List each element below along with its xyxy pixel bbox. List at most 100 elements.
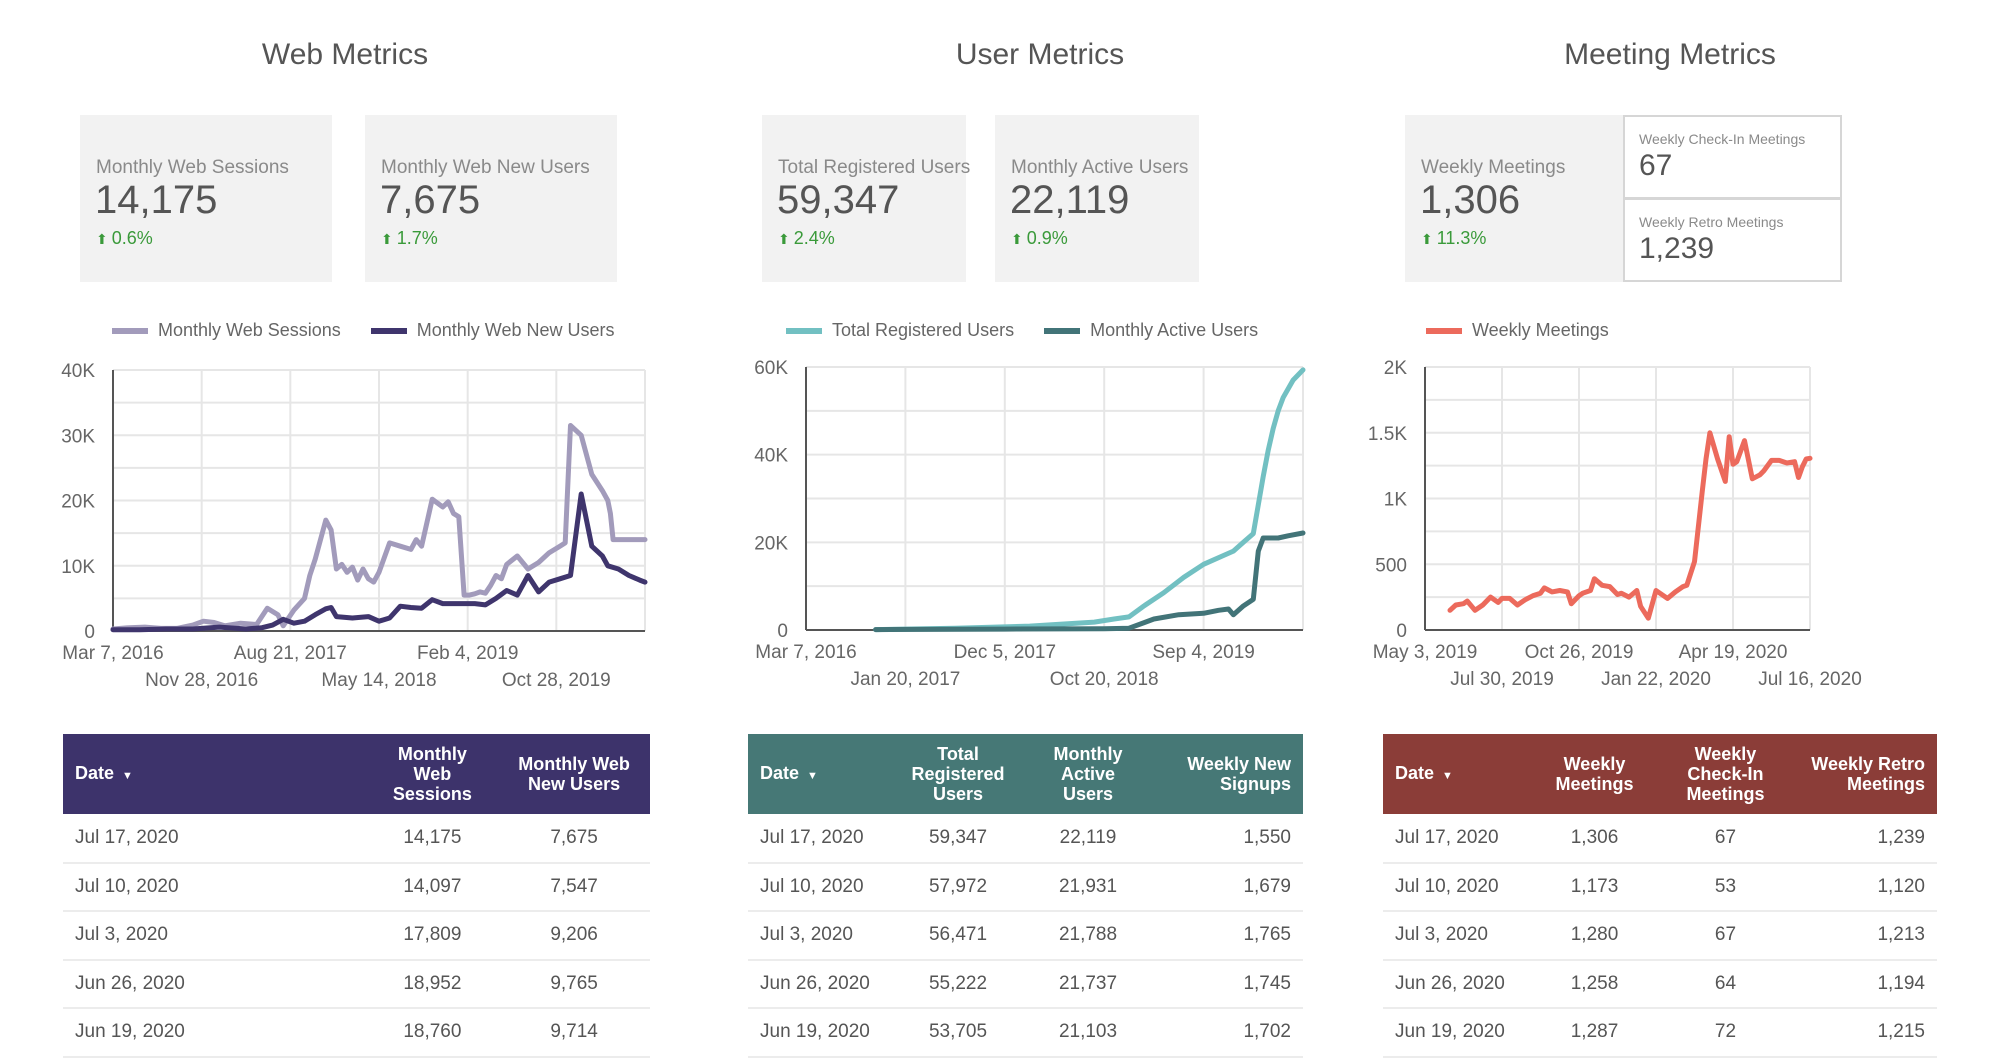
table-row[interactable]: Jun 19, 2020 1,287 72 1,215 [1383,1008,1937,1058]
table-row[interactable]: Jul 17, 2020 14,175 7,675 [63,814,650,864]
user-metrics-table: Date ▼ Total Registered Users Monthly Act… [748,734,1303,1058]
table-cell-value: 1,213 [1795,911,1937,961]
column-header-monthly-active[interactable]: Monthly Active Users [1023,734,1153,814]
meeting-metrics-title: Meeting Metrics [1564,38,1776,71]
table-cell-value: 1,550 [1153,814,1303,864]
column-header-date[interactable]: Date ▼ [748,734,893,814]
table-cell-value: 1,306 [1534,814,1655,864]
table-cell-date: Jun 26, 2020 [748,959,893,1009]
x-tick-label: Apr 19, 2020 [1679,642,1788,663]
scorecard-value: 59,347 [777,178,900,222]
table-cell-value: 59,347 [893,814,1023,864]
table-row[interactable]: Jul 3, 2020 56,471 21,788 1,765 [748,911,1303,961]
scorecard-label: Monthly Active Users [1011,157,1189,178]
table-cell-value: 18,952 [366,959,499,1009]
x-tick-label: Mar 7, 2016 [755,642,856,663]
sort-desc-icon[interactable]: ▼ [122,770,133,782]
table-cell-value: 1,215 [1795,1008,1937,1058]
table-header-row: Date ▼ Monthly Web Sessions Monthly Web N… [63,734,650,814]
table-cell-value: 21,788 [1023,911,1153,961]
legend-item-monthly-active[interactable]: Monthly Active Users [1044,320,1258,341]
table-header-row: Date ▼ Weekly Meetings Weekly Check-In Me… [1383,734,1937,814]
column-header-retro-meetings[interactable]: Weekly Retro Meetings [1796,734,1937,814]
scorecard-value: 1,306 [1420,178,1521,222]
column-header-web-new-users[interactable]: Monthly Web New Users [498,734,650,814]
y-tick-label: 0 [1396,621,1407,642]
table-cell-value: 17,809 [366,911,499,961]
table-row[interactable]: Jun 26, 2020 55,222 21,737 1,745 [748,959,1303,1009]
x-tick-label: Mar 7, 2016 [62,643,163,664]
y-tick-label: 40K [754,446,788,467]
table-cell-date: Jul 17, 2020 [1383,814,1535,864]
table-cell-date: Jul 3, 2020 [63,911,367,961]
user-metrics-title: User Metrics [955,38,1125,71]
table-header-row: Date ▼ Total Registered Users Monthly Act… [748,734,1303,814]
table-cell-date: Jun 26, 2020 [1383,959,1535,1009]
legend-item-weekly-meetings[interactable]: Weekly Meetings [1426,320,1609,341]
x-tick-label: Oct 26, 2019 [1525,642,1634,663]
table-row[interactable]: Jul 3, 2020 17,809 9,206 [63,911,650,961]
legend-label: Weekly Meetings [1472,320,1609,340]
x-tick-label: May 14, 2018 [321,670,436,691]
table-cell-date: Jun 19, 2020 [63,1008,367,1058]
sort-desc-icon[interactable]: ▼ [807,770,818,782]
table-row[interactable]: Jul 17, 2020 1,306 67 1,239 [1383,814,1937,864]
legend-item-total-registered[interactable]: Total Registered Users [786,320,1014,341]
table-cell-value: 1,287 [1534,1008,1655,1058]
scorecard-label: Weekly Meetings [1421,157,1566,178]
scorecard-weekly-checkin-meetings[interactable]: Weekly Check-In Meetings 67 [1623,115,1842,199]
column-header-web-sessions[interactable]: Monthly Web Sessions [367,734,499,814]
table-row[interactable]: Jun 26, 2020 1,258 64 1,194 [1383,959,1937,1009]
y-tick-label: 10K [61,557,95,578]
scorecard-weekly-retro-meetings[interactable]: Weekly Retro Meetings 1,239 [1623,198,1842,282]
meeting-chart-legend: Weekly Meetings [1426,320,1609,341]
table-cell-date: Jul 17, 2020 [63,814,367,864]
table-row[interactable]: Jun 19, 2020 18,760 9,714 [63,1008,650,1058]
table-row[interactable]: Jun 19, 2020 53,705 21,103 1,702 [748,1008,1303,1058]
column-header-weekly-signups[interactable]: Weekly New Signups [1153,734,1303,814]
y-tick-label: 20K [61,492,95,513]
table-cell-value: 1,258 [1534,959,1655,1009]
table-row[interactable]: Jun 26, 2020 18,952 9,765 [63,959,650,1009]
x-tick-label: Sep 4, 2019 [1152,642,1254,663]
scorecard-monthly-active-users[interactable]: Monthly Active Users 22,119 ⬆ 0.9% [995,115,1199,282]
x-tick-label: May 3, 2019 [1373,642,1478,663]
table-cell-value: 21,103 [1023,1008,1153,1058]
column-header-date[interactable]: Date ▼ [63,734,367,814]
table-row[interactable]: Jul 10, 2020 1,173 53 1,120 [1383,862,1937,912]
table-cell-value: 14,175 [366,814,499,864]
series-line-weekly-meetings [1447,430,1813,621]
scorecard-weekly-meetings[interactable]: Weekly Meetings 1,306 ⬆ 11.3% [1405,115,1657,282]
y-tick-label: 30K [61,426,95,447]
table-row[interactable]: Jul 10, 2020 14,097 7,547 [63,862,650,912]
legend-label: Total Registered Users [832,320,1015,340]
mini-card-value: 67 [1639,149,1673,182]
mini-card-value: 1,239 [1639,232,1715,265]
column-header-date[interactable]: Date ▼ [1383,734,1534,814]
table-cell-value: 9,206 [498,911,650,961]
x-tick-label: Jan 20, 2017 [850,669,960,690]
scorecard-total-registered-users[interactable]: Total Registered Users 59,347 ⬆ 2.4% [762,115,970,282]
sort-desc-icon[interactable]: ▼ [1442,770,1453,782]
arrow-up-icon: ⬆ [1011,231,1023,247]
x-tick-label: Aug 21, 2017 [234,643,347,664]
x-tick-label: Jan 22, 2020 [1601,669,1711,690]
legend-label: Monthly Active Users [1090,320,1259,340]
column-header-weekly-meetings[interactable]: Weekly Meetings [1534,734,1655,814]
column-header-checkin-meetings[interactable]: Weekly Check-In Meetings [1655,734,1796,814]
table-row[interactable]: Jul 17, 2020 59,347 22,119 1,550 [748,814,1303,864]
x-tick-label: Jul 16, 2020 [1758,669,1862,690]
table-cell-date: Jul 10, 2020 [748,862,893,912]
column-header-total-registered[interactable]: Total Registered Users [893,734,1023,814]
y-tick-label: 0 [84,622,95,643]
table-row[interactable]: Jul 10, 2020 57,972 21,931 1,679 [748,862,1303,912]
table-cell-value: 1,173 [1534,862,1655,912]
table-cell-date: Jun 26, 2020 [63,959,367,1009]
table-cell-value: 1,745 [1153,959,1303,1009]
series-line-total-registered-users [873,367,1306,633]
table-cell-value: 64 [1654,959,1796,1009]
user-chart-legend: Total Registered Users Monthly Active Us… [786,320,1258,341]
table-cell-value: 1,239 [1795,814,1937,864]
web-metrics-table: Date ▼ Monthly Web Sessions Monthly Web N… [63,734,650,1058]
table-row[interactable]: Jul 3, 2020 1,280 67 1,213 [1383,911,1937,961]
